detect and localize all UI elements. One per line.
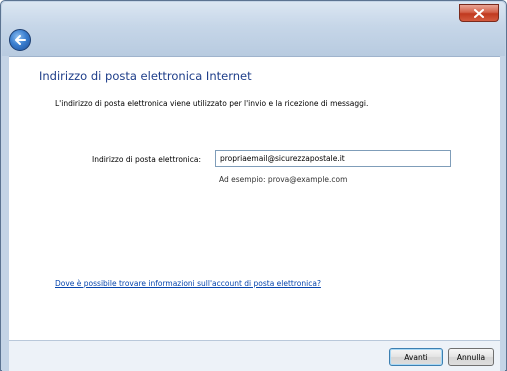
page-title: Indirizzo di posta elettronica Internet	[39, 69, 252, 83]
close-button[interactable]	[459, 4, 499, 22]
page-description: L'indirizzo di posta elettronica viene u…	[55, 99, 369, 108]
cancel-button[interactable]: Annulla	[448, 348, 494, 366]
window-frame-left	[2, 56, 9, 371]
button-bar: Avanti Annulla	[9, 340, 500, 371]
title-bar	[2, 2, 505, 56]
email-label: Indirizzo di posta elettronica:	[92, 155, 202, 164]
close-icon	[474, 8, 484, 18]
next-button[interactable]: Avanti	[389, 348, 443, 366]
back-arrow-icon	[15, 35, 26, 45]
help-link[interactable]: Dove è possibile trovare informazioni su…	[55, 279, 321, 288]
wizard-window: Indirizzo di posta elettronica Internet …	[0, 0, 507, 371]
wizard-content: Indirizzo di posta elettronica Internet …	[9, 56, 500, 340]
back-button[interactable]	[9, 29, 31, 51]
email-example: Ad esempio: prova@example.com	[219, 175, 348, 184]
email-input[interactable]	[215, 150, 451, 167]
